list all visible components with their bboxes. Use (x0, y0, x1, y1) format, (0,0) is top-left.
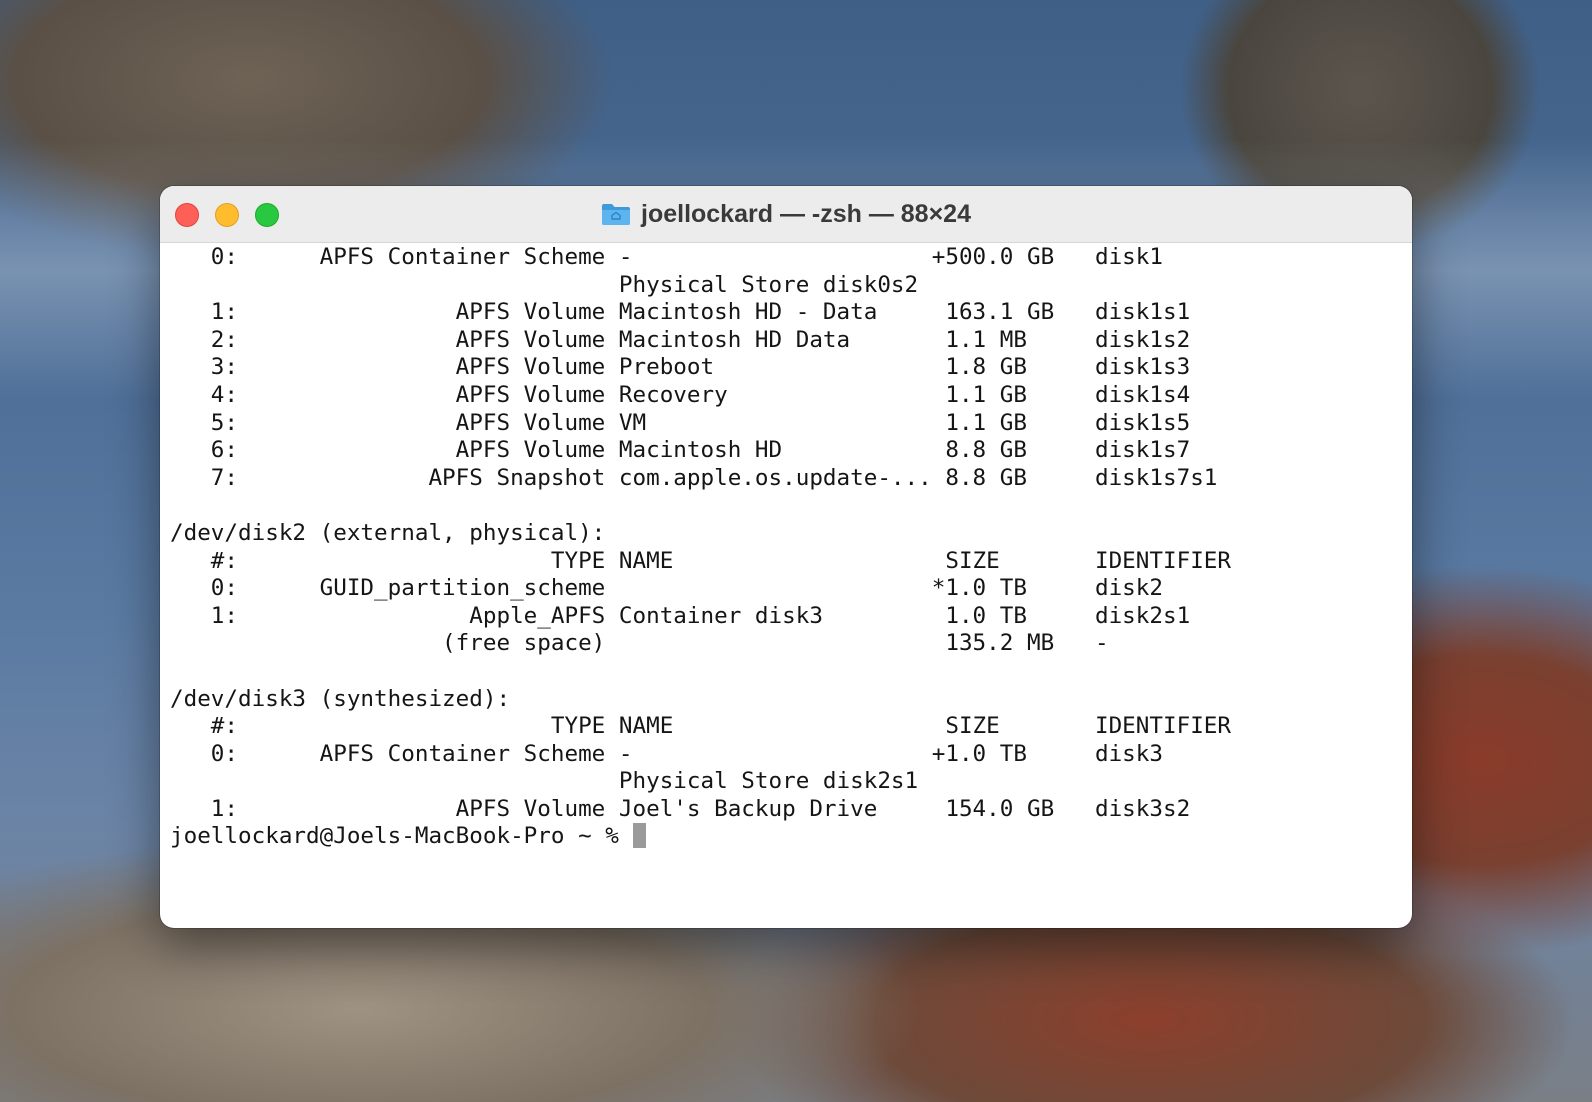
terminal-line: 5: APFS Volume VM 1.1 GB disk1s5 (170, 409, 1191, 436)
terminal-line: #: TYPE NAME SIZE IDENTIFIER (170, 547, 1232, 574)
folder-icon (602, 204, 630, 225)
terminal-line: 0: GUID_partition_scheme *1.0 TB disk2 (170, 575, 1163, 602)
terminal-line: 4: APFS Volume Recovery 1.1 GB disk1s4 (170, 381, 1191, 408)
terminal-line: 2: APFS Volume Macintosh HD Data 1.1 MB … (170, 326, 1191, 353)
text-cursor (632, 823, 646, 849)
window-title: joellockard — -zsh — 88×24 (160, 186, 1412, 242)
terminal-line: ​ (170, 492, 1402, 520)
terminal-line: Physical Store disk2s1 (170, 768, 919, 795)
shell-prompt: joellockard@Joels-MacBook-Pro ~ % (170, 823, 633, 850)
terminal-line: Physical Store disk0s2 (170, 271, 919, 298)
terminal-line: 7: APFS Snapshot com.apple.os.update-...… (170, 464, 1218, 491)
prompt-line[interactable]: joellockard@Joels-MacBook-Pro ~ % (170, 823, 1402, 851)
terminal-line: 3: APFS Volume Preboot 1.8 GB disk1s3 (170, 354, 1191, 381)
terminal-line: (free space) 135.2 MB - (170, 630, 1109, 657)
terminal-line: 1: Apple_APFS Container disk3 1.0 TB dis… (170, 602, 1191, 629)
terminal-line: 1: APFS Volume Macintosh HD - Data 163.1… (170, 299, 1191, 326)
terminal-line: #: TYPE NAME SIZE IDENTIFIER (170, 713, 1232, 740)
terminal-line: 0: APFS Container Scheme - +1.0 TB disk3 (170, 740, 1163, 767)
terminal-line: /dev/disk3 (synthesized): (170, 685, 511, 712)
terminal-output[interactable]: 0: APFS Container Scheme - +500.0 GB dis… (170, 244, 1402, 928)
terminal-window[interactable]: joellockard — -zsh — 88×24 0: APFS Conta… (160, 186, 1412, 928)
terminal-line: 6: APFS Volume Macintosh HD 8.8 GB disk1… (170, 437, 1191, 464)
window-title-text: joellockard — -zsh — 88×24 (641, 199, 971, 228)
terminal-line: ​ (170, 658, 1402, 686)
terminal-line: /dev/disk2 (external, physical): (170, 519, 606, 546)
terminal-line: 1: APFS Volume Joel's Backup Drive 154.0… (170, 795, 1191, 822)
title-bar[interactable]: joellockard — -zsh — 88×24 (160, 186, 1412, 243)
terminal-line: 0: APFS Container Scheme - +500.0 GB dis… (170, 244, 1163, 270)
